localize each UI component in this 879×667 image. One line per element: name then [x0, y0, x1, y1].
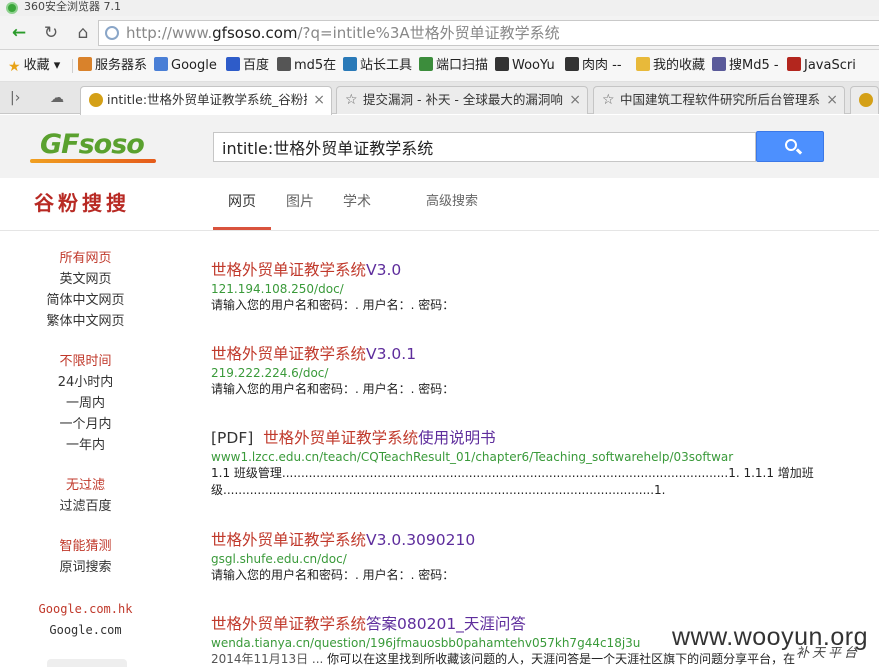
- filter-sidebar: 所有网页 英文网页 简体中文网页 繁体中文网页 不限时间 24小时内 一周内 一…: [0, 232, 175, 667]
- tab-overflow[interactable]: [850, 86, 879, 114]
- filter-lang-zh-simplified[interactable]: 简体中文网页: [0, 292, 173, 310]
- result-url[interactable]: www1.lzcc.edu.cn/teach/CQTeachResult_01/…: [211, 449, 831, 465]
- bookmark-wooyun[interactable]: WooYu: [495, 57, 555, 75]
- page-info-icon: [105, 26, 119, 40]
- result-item: 世格外贸单证教学系统V3.0.1 219.222.224.6/doc/ 请输入您…: [211, 343, 851, 398]
- close-icon[interactable]: ×: [826, 87, 838, 113]
- domain-google-hk[interactable]: Google.com.hk: [0, 600, 173, 618]
- guess-smart[interactable]: 智能猜测: [0, 538, 173, 556]
- star-outline-icon: ☆: [602, 92, 615, 108]
- star-icon: ★: [8, 59, 21, 75]
- search-button[interactable]: [756, 131, 824, 162]
- filter-time-any[interactable]: 不限时间: [0, 353, 173, 371]
- filter-time-week[interactable]: 一周内: [0, 395, 173, 413]
- butian-watermark: 补天平台: [796, 646, 861, 661]
- result-snippet: 请输入您的用户名和密码：. 用户名：. 密码：: [211, 568, 455, 582]
- result-title[interactable]: 世格外贸单证教学系统V3.0: [211, 259, 851, 281]
- url-input[interactable]: http://www.gfsoso.com/?q=intitle%3A世格外贸单…: [98, 20, 879, 46]
- bookmark-favorites[interactable]: ★ 收藏 ▾: [8, 57, 60, 75]
- port-icon: [419, 57, 433, 71]
- result-item: 世格外贸单证教学系统V3.0.3090210 gsgl.shufe.edu.cn…: [211, 529, 851, 584]
- search-icon: [785, 139, 797, 151]
- filter-lang-en[interactable]: 英文网页: [0, 271, 173, 289]
- tab-advanced-search[interactable]: 高级搜索: [426, 192, 478, 212]
- bookmark-server[interactable]: 服务器系: [78, 57, 147, 75]
- bookmark-rourou[interactable]: 肉肉 --: [565, 57, 622, 75]
- search-nav: 谷粉搜搜 网页 图片 学术 高级搜索: [0, 178, 879, 231]
- grid-icon: [277, 57, 291, 71]
- w3-icon: [787, 57, 801, 71]
- tab-favicon-icon: [89, 93, 103, 107]
- baidu-icon: [226, 57, 240, 71]
- brand-chinese-logo: 谷粉搜搜: [34, 191, 130, 215]
- result-item: 世格外贸单证教学系统V3.0 121.194.108.250/doc/ 请输入您…: [211, 259, 851, 314]
- search-input[interactable]: [213, 132, 756, 162]
- result-item: [PDF] 世格外贸单证教学系统使用说明书 www1.lzcc.edu.cn/t…: [211, 427, 831, 499]
- logo-underline: [30, 159, 156, 163]
- window-title: 360安全浏览器 7.1: [24, 0, 121, 13]
- bookmark-webmaster[interactable]: 站长工具: [343, 57, 412, 75]
- filter-time-year[interactable]: 一年内: [0, 437, 173, 455]
- result-title[interactable]: 世格外贸单证教学系统V3.0.3090210: [211, 529, 851, 551]
- filter-lang-zh-traditional[interactable]: 繁体中文网页: [0, 313, 173, 331]
- filter-time-month[interactable]: 一个月内: [0, 416, 173, 434]
- star-outline-icon: ☆: [345, 92, 358, 108]
- guess-original[interactable]: 原词搜索: [0, 559, 173, 577]
- bookmark-my-favorites[interactable]: 我的收藏: [636, 57, 705, 75]
- bookmark-portscan[interactable]: 端口扫描: [419, 57, 488, 75]
- sidebar-toggle-icon[interactable]: |›: [10, 88, 20, 108]
- bookmark-baidu[interactable]: 百度: [226, 57, 269, 75]
- tool-icon: [343, 57, 357, 71]
- wooyun-icon: [495, 57, 509, 71]
- result-snippet: 2014年11月13日 ... 你可以在这里找到所收藏该问题的人，天涯问答是一个…: [211, 652, 796, 666]
- url-text: http://www.gfsoso.com/?q=intitle%3A世格外贸单…: [126, 24, 560, 42]
- bookmark-javascript[interactable]: JavaScri: [787, 57, 856, 75]
- title-bar: 360安全浏览器 7.1: [0, 0, 879, 16]
- tab-gfsoso[interactable]: intitle:世格外贸单证教学系统_谷粉搜搜 ×: [80, 86, 332, 115]
- gfsoso-logo[interactable]: GFsoso: [40, 128, 145, 162]
- result-snippet: 请输入您的用户名和密码：. 用户名：. 密码：: [211, 382, 455, 396]
- wooyun-icon: [565, 57, 579, 71]
- cloud-icon[interactable]: ☁: [50, 88, 64, 108]
- filter-baidu[interactable]: 过滤百度: [0, 498, 173, 516]
- sidebar-scroll-handle: [47, 659, 127, 667]
- folder-icon: [636, 57, 650, 71]
- filter-lang-all[interactable]: 所有网页: [0, 250, 173, 268]
- search-header: GFsoso: [0, 115, 879, 178]
- bookmark-md5-search[interactable]: 搜Md5 -: [712, 57, 779, 75]
- result-snippet: 请输入您的用户名和密码：. 用户名：. 密码：: [211, 298, 455, 312]
- result-url[interactable]: 121.194.108.250/doc/: [211, 281, 851, 297]
- tab-web[interactable]: 网页: [228, 192, 256, 212]
- result-title[interactable]: 世格外贸单证教学系统V3.0.1: [211, 343, 851, 365]
- home-icon[interactable]: ⌂: [72, 22, 94, 44]
- tab-construction[interactable]: ☆ 中国建筑工程软件研究所后台管理系统 ×: [593, 86, 845, 114]
- google-icon: [154, 57, 168, 71]
- result-snippet: 1.1 班级管理................................…: [211, 466, 814, 497]
- refresh-icon[interactable]: ↻: [40, 22, 62, 44]
- filter-time-24h[interactable]: 24小时内: [0, 374, 173, 392]
- close-icon[interactable]: ×: [313, 87, 325, 113]
- browser-logo-icon: [6, 2, 18, 14]
- tab-images[interactable]: 图片: [286, 192, 314, 212]
- tab-butian[interactable]: ☆ 提交漏洞 - 补天 - 全球最大的漏洞响应 ×: [336, 86, 588, 114]
- filter-none[interactable]: 无过滤: [0, 477, 173, 495]
- domain-google-com[interactable]: Google.com: [0, 621, 173, 639]
- tab-favicon-icon: [859, 93, 873, 107]
- address-bar: ← ↻ ⌂ http://www.gfsoso.com/?q=intitle%3…: [0, 16, 879, 50]
- server-icon: [78, 57, 92, 71]
- result-title[interactable]: [PDF] 世格外贸单证教学系统使用说明书: [211, 427, 831, 449]
- result-url[interactable]: 219.222.224.6/doc/: [211, 365, 851, 381]
- search-results: 世格外贸单证教学系统V3.0 121.194.108.250/doc/ 请输入您…: [211, 232, 879, 667]
- result-url[interactable]: gsgl.shufe.edu.cn/doc/: [211, 551, 851, 567]
- bookmark-md5[interactable]: md5在: [277, 57, 336, 75]
- tab-scholar[interactable]: 学术: [343, 192, 371, 212]
- md5-icon: [712, 57, 726, 71]
- tab-bar: |› ☁ intitle:世格外贸单证教学系统_谷粉搜搜 × ☆ 提交漏洞 - …: [0, 82, 879, 115]
- bookmark-google[interactable]: Google: [154, 57, 217, 75]
- close-icon[interactable]: ×: [569, 87, 581, 113]
- active-tab-indicator: [213, 227, 271, 230]
- bookmarks-bar: ★ 收藏 ▾ 服务器系 Google 百度 md5在 站长工具 端口扫描 WooY…: [0, 50, 879, 82]
- back-arrow-icon[interactable]: ←: [8, 22, 30, 44]
